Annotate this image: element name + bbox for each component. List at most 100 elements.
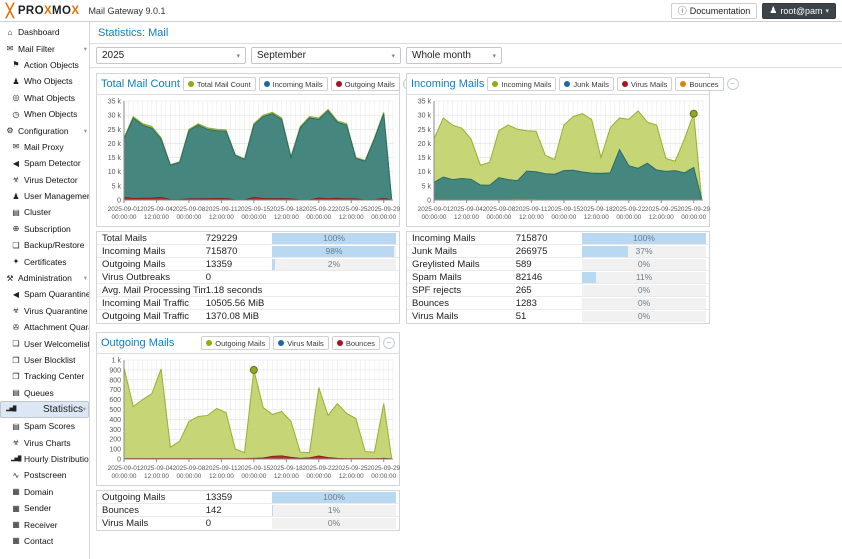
sidebar-item-mail-filter[interactable]: ✉ Mail Filter ▾ [0,40,89,56]
sidebar-item-backup-restore[interactable]: ❏ Backup/Restore [0,237,89,253]
sidebar-item-who-objects[interactable]: ♟ Who Objects [0,73,89,89]
bug-icon: ☣ [12,306,20,316]
sidebar-item-certificates[interactable]: ✦ Certificates [0,253,89,269]
svg-text:15 k: 15 k [108,155,122,162]
stat-value: 0 [205,271,212,283]
table-row: Incoming Mails 715870 100% [407,232,709,245]
sidebar-item-action-objects[interactable]: ⚑ Action Objects [0,57,89,73]
legend-item-bounces[interactable]: Bounces [675,77,724,91]
range-select[interactable]: Whole month ▾ [406,47,502,64]
dashboard-icon: ⌂ [7,27,13,37]
envelope-icon: ✉ [6,44,14,54]
svg-text:12:00:00: 12:00:00 [274,473,299,480]
legend-item-outgoing-mails[interactable]: Outgoing Mails [330,77,400,91]
sidebar-item-user-management[interactable]: ♟ User Management [0,188,89,204]
stat-bar-cell: 37% [579,245,709,257]
svg-text:0: 0 [117,198,121,205]
stat-value: 82146 [515,271,543,283]
sidebar-item-when-objects[interactable]: ◷ When Objects [0,106,89,122]
legend-item-outgoing-mails[interactable]: Outgoing Mails [201,336,271,350]
svg-text:2025-09-11: 2025-09-11 [515,206,548,213]
sidebar-item-user-blocklist[interactable]: ❐ User Blocklist [0,352,89,368]
percent-label: 100% [633,232,655,243]
panel-header: Incoming Mails Incoming Mails Junk Mails Vi… [407,74,739,95]
sidebar-item-configuration[interactable]: ⚙ Configuration ▾ [0,122,89,138]
sidebar-item-domain[interactable]: ▦ Domain [0,484,89,500]
sidebar-item-virus-quarantine[interactable]: ☣ Virus Quarantine [0,303,89,319]
user-menu-button[interactable]: ♟ root@pam ▾ [762,2,836,19]
select-value: Whole month [412,50,471,61]
month-select[interactable]: September ▾ [251,47,401,64]
svg-text:2025-09-29: 2025-09-29 [367,206,400,213]
stat-value: 1370.08 MiB [205,311,260,322]
svg-text:00:00:00: 00:00:00 [306,473,331,480]
stat-label: Total Mails [102,232,147,244]
sidebar-item-cluster[interactable]: ▤ Cluster [0,204,89,220]
legend-item-bounces[interactable]: Bounces [331,336,380,350]
sidebar-item-sender[interactable]: ▦ Sender [0,500,89,516]
sidebar-item-receiver[interactable]: ▦ Receiver [0,516,89,532]
sidebar-item-virus-detector[interactable]: ☣ Virus Detector [0,172,89,188]
proxmox-logo: ╳ PROXMOX Mail Gateway 9.0.1 [6,4,165,17]
sidebar-item-label: Hourly Distribution [24,453,89,464]
stat-label: Bounces [102,504,139,516]
svg-text:12:00:00: 12:00:00 [649,214,674,221]
megaphone-icon: ◀ [12,289,20,299]
legend-item-incoming-mails[interactable]: Incoming Mails [487,77,557,91]
chevron-down-icon: ▾ [236,52,240,60]
sidebar-item-spam-quarantine[interactable]: ◀ Spam Quarantine [0,286,89,302]
sidebar-item-spam-detector[interactable]: ◀ Spam Detector [0,155,89,171]
percent-label: 100% [323,232,345,243]
collapse-panel-icon[interactable]: − [383,337,395,349]
stat-bar-cell: 98% [269,245,399,257]
sidebar-item-virus-charts[interactable]: ☣ Virus Charts [0,434,89,450]
stat-bar-cell: 1% [269,504,399,516]
documentation-label: Documentation [689,5,751,16]
svg-text:2025-09-15: 2025-09-15 [548,206,581,213]
sidebar-item-tracking-center[interactable]: ❒ Tracking Center [0,368,89,384]
stat-label: Incoming Mails [412,232,476,244]
sidebar-item-statistics[interactable]: ▂▅█ Statistics ▾ [0,400,89,418]
file-icon: ❏ [12,240,20,250]
sidebar-item-what-objects[interactable]: ◎ What Objects [0,90,89,106]
sidebar-item-spam-scores[interactable]: ▤ Spam Scores [0,418,89,434]
sidebar-item-queues[interactable]: ▤ Queues [0,385,89,401]
sidebar-item-label: Mail Filter [18,43,55,54]
file-filled-icon: ❐ [12,355,20,365]
sidebar-item-user-welcomelist[interactable]: ❏ User Welcomelist [0,335,89,351]
line-chart-icon: ∿ [12,470,20,480]
svg-text:35 k: 35 k [418,99,432,106]
documentation-button[interactable]: ⓘ Documentation [670,2,758,19]
svg-text:2025-09-04: 2025-09-04 [140,465,173,472]
svg-text:12:00:00: 12:00:00 [339,214,364,221]
sidebar-item-label: Spam Quarantine [24,289,89,300]
stat-label: SPF rejects [412,284,462,296]
legend-item-junk-mails[interactable]: Junk Mails [559,77,614,91]
legend-item-virus-mails[interactable]: Virus Mails [616,77,673,91]
svg-text:00:00:00: 00:00:00 [371,473,396,480]
sidebar-item-subscription[interactable]: ⊕ Subscription [0,221,89,237]
percent-bar: 100% [272,491,396,503]
sidebar-item-dashboard[interactable]: ⌂ Dashboard [0,24,89,40]
svg-text:2025-09-18: 2025-09-18 [580,206,613,213]
collapse-panel-icon[interactable]: − [726,78,739,90]
svg-text:10 k: 10 k [108,169,122,176]
table-icon: ▦ [12,503,20,513]
sidebar: ⌂ Dashboard ✉ Mail Filter ▾ ⚑ Action Objects ♟ W… [0,22,90,559]
sidebar-item-attachment-quarantine[interactable]: ✇ Attachment Quarantine [0,319,89,335]
sidebar-item-postscreen[interactable]: ∿ Postscreen [0,467,89,483]
legend-label: Total Mail Count [196,79,251,89]
sidebar-item-administration[interactable]: ⚒ Administration ▾ [0,270,89,286]
legend-item-incoming-mails[interactable]: Incoming Mails [258,77,328,91]
sidebar-item-label: User Management [24,191,89,202]
sidebar-item-mail-proxy[interactable]: ✉ Mail Proxy [0,139,89,155]
legend-color-dot [564,81,571,87]
svg-text:12:00:00: 12:00:00 [209,473,234,480]
sidebar-item-contact[interactable]: ▦ Contact [0,533,89,549]
year-select[interactable]: 2025 ▾ [96,47,246,64]
svg-text:00:00:00: 00:00:00 [241,473,266,480]
percent-label: 1% [327,504,341,515]
legend-item-total-mail-count[interactable]: Total Mail Count [182,77,256,91]
sidebar-item-hourly-distribution[interactable]: ▂▅█ Hourly Distribution [0,451,89,467]
legend-item-virus-mails[interactable]: Virus Mails [273,336,329,350]
